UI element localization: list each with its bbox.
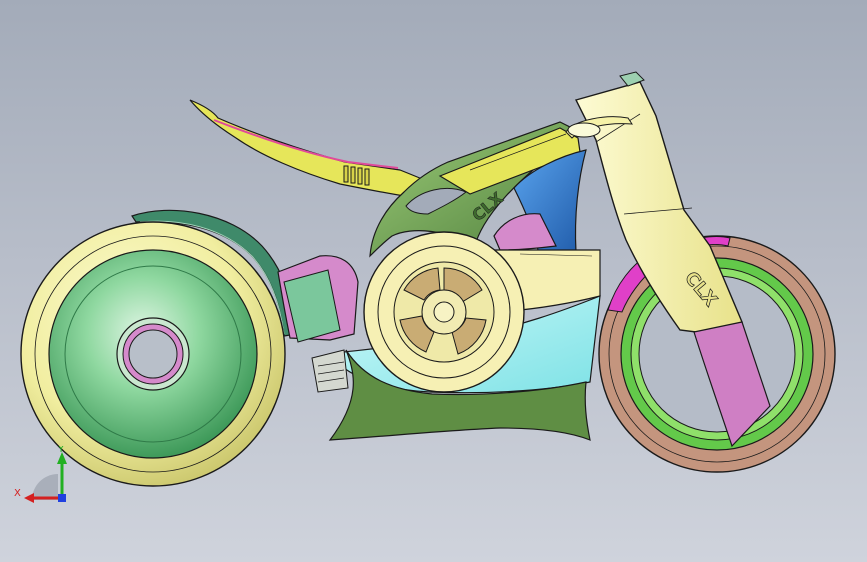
triad-origin-shade [32, 474, 58, 500]
motorcycle-3d-model[interactable]: CLX CLX [0, 0, 867, 562]
x-axis-arrow [24, 493, 34, 503]
coordinate-triad: X Y [14, 446, 67, 503]
exhaust-muffler[interactable] [311, 349, 349, 393]
y-axis-label: Y [57, 446, 65, 455]
cad-graphics-viewport[interactable]: CLX CLX X Y [0, 0, 867, 562]
engine-cover[interactable] [363, 231, 525, 393]
z-axis-marker [58, 494, 66, 502]
seat-tail[interactable] [189, 99, 450, 201]
x-axis-label: X [14, 488, 21, 499]
handlebar-end [567, 122, 601, 138]
